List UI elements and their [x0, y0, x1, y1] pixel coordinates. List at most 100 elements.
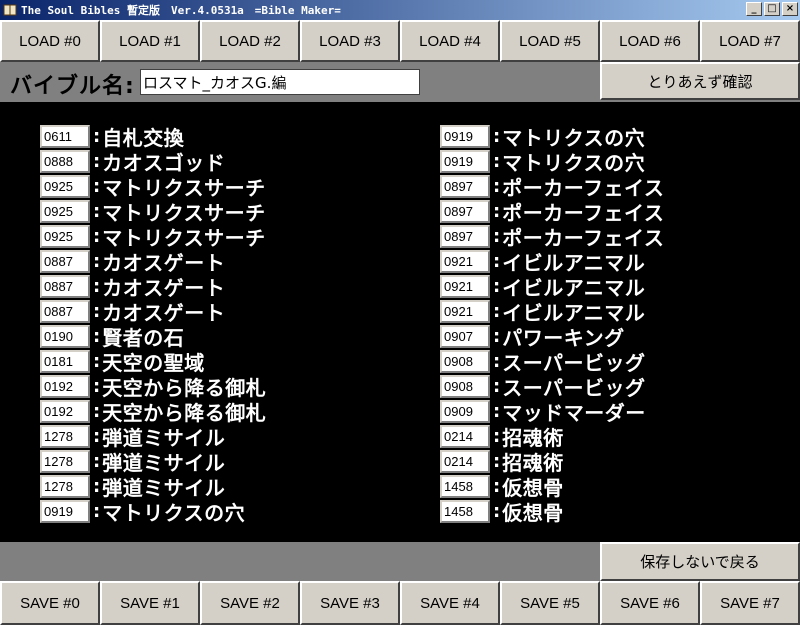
save-button-6[interactable]: SAVE #6 — [600, 581, 700, 625]
card-id-field[interactable]: 0919 — [440, 150, 490, 173]
card-id-field[interactable]: 1278 — [40, 425, 90, 448]
card-separator: : — [493, 226, 501, 247]
card-id-field[interactable]: 0897 — [440, 200, 490, 223]
load-button-0[interactable]: LOAD #0 — [0, 20, 100, 62]
load-button-7[interactable]: LOAD #7 — [700, 20, 800, 62]
card-id-field[interactable]: 0925 — [40, 200, 90, 223]
card-id-field[interactable]: 0925 — [40, 175, 90, 198]
load-button-4[interactable]: LOAD #4 — [400, 20, 500, 62]
card-id-field[interactable]: 0887 — [40, 275, 90, 298]
card-id-field[interactable]: 0908 — [440, 350, 490, 373]
card-id-field[interactable]: 0888 — [40, 150, 90, 173]
card-name: 仮想骨 — [502, 501, 564, 525]
card-separator: : — [493, 451, 501, 472]
card-id-field[interactable]: 1458 — [440, 500, 490, 523]
card-separator: : — [493, 251, 501, 272]
card-separator: : — [93, 126, 101, 147]
save-button-3[interactable]: SAVE #3 — [300, 581, 400, 625]
card-separator: : — [93, 476, 101, 497]
card-id-field[interactable]: 1278 — [40, 475, 90, 498]
confirm-button[interactable]: とりあえず確認 — [600, 62, 800, 100]
card-separator: : — [93, 226, 101, 247]
card-row: 1278: 弾道ミサイル — [40, 424, 266, 450]
card-row: 0214: 招魂術 — [440, 449, 664, 475]
title-bar: The Soul Bibles 暫定版 Ver.4.0531a =Bible M… — [0, 0, 800, 20]
card-id-field[interactable]: 0192 — [40, 400, 90, 423]
card-id-field[interactable]: 0192 — [40, 375, 90, 398]
save-button-4[interactable]: SAVE #4 — [400, 581, 500, 625]
card-separator: : — [493, 126, 501, 147]
card-separator: : — [93, 451, 101, 472]
card-separator: : — [493, 501, 501, 522]
app-book-icon[interactable] — [2, 2, 18, 18]
card-id-field[interactable]: 0919 — [440, 125, 490, 148]
card-row: 0925: マトリクスサーチ — [40, 174, 266, 200]
card-id-field[interactable]: 0611 — [40, 125, 90, 148]
card-row: 1458: 仮想骨 — [440, 499, 664, 525]
card-row: 0887: カオスゲート — [40, 299, 266, 325]
card-row: 0897: ポーカーフェイス — [440, 174, 664, 200]
card-separator: : — [493, 401, 501, 422]
card-id-field[interactable]: 0907 — [440, 325, 490, 348]
load-button-2[interactable]: LOAD #2 — [200, 20, 300, 62]
card-id-field[interactable]: 0190 — [40, 325, 90, 348]
restore-button[interactable]: □ — [764, 2, 780, 16]
card-row: 0192: 天空から降る御札 — [40, 399, 266, 425]
bible-name-bar: バイブル名: ロスマト_カオスG.編 とりあえず確認 — [0, 62, 800, 102]
load-button-row: LOAD #0 LOAD #1 LOAD #2 LOAD #3 LOAD #4 … — [0, 20, 800, 62]
card-row: 0919: マトリクスの穴 — [440, 149, 664, 175]
card-id-field[interactable]: 0908 — [440, 375, 490, 398]
card-id-field[interactable]: 0214 — [440, 425, 490, 448]
bible-name-input[interactable]: ロスマト_カオスG.編 — [140, 69, 420, 95]
load-button-3[interactable]: LOAD #3 — [300, 20, 400, 62]
card-row: 0192: 天空から降る御札 — [40, 374, 266, 400]
card-row: 1278: 弾道ミサイル — [40, 474, 266, 500]
card-id-field[interactable]: 0214 — [440, 450, 490, 473]
bible-name-label-text: バイブル名 — [10, 74, 126, 99]
back-without-saving-button[interactable]: 保存しないで戻る — [600, 542, 800, 581]
card-id-field[interactable]: 0887 — [40, 300, 90, 323]
card-row: 0214: 招魂術 — [440, 424, 664, 450]
close-button[interactable]: × — [782, 2, 798, 16]
save-button-2[interactable]: SAVE #2 — [200, 581, 300, 625]
bible-name-colon: : — [125, 74, 135, 99]
load-button-6[interactable]: LOAD #6 — [600, 20, 700, 62]
card-row: 0897: ポーカーフェイス — [440, 199, 664, 225]
card-id-field[interactable]: 0897 — [440, 175, 490, 198]
card-separator: : — [93, 501, 101, 522]
load-button-5[interactable]: LOAD #5 — [500, 20, 600, 62]
card-id-field[interactable]: 0919 — [40, 500, 90, 523]
card-row: 0921: イビルアニマル — [440, 299, 664, 325]
window-title: The Soul Bibles 暫定版 Ver.4.0531a =Bible M… — [21, 4, 341, 17]
card-row: 0908: スーパービッグ — [440, 349, 664, 375]
card-row: 0921: イビルアニマル — [440, 274, 664, 300]
card-id-field[interactable]: 0925 — [40, 225, 90, 248]
save-button-0[interactable]: SAVE #0 — [0, 581, 100, 625]
card-row: 1458: 仮想骨 — [440, 474, 664, 500]
save-button-1[interactable]: SAVE #1 — [100, 581, 200, 625]
minimize-button[interactable]: _ — [746, 2, 762, 16]
card-id-field[interactable]: 0181 — [40, 350, 90, 373]
card-id-field[interactable]: 0909 — [440, 400, 490, 423]
card-id-field[interactable]: 0921 — [440, 250, 490, 273]
card-id-field[interactable]: 0897 — [440, 225, 490, 248]
card-row: 0925: マトリクスサーチ — [40, 199, 266, 225]
card-id-field[interactable]: 0921 — [440, 275, 490, 298]
card-separator: : — [93, 251, 101, 272]
card-separator: : — [93, 351, 101, 372]
card-row: 0888: カオスゴッド — [40, 149, 266, 175]
card-row: 0190: 賢者の石 — [40, 324, 266, 350]
card-row: 0907: パワーキング — [440, 324, 664, 350]
card-id-field[interactable]: 0887 — [40, 250, 90, 273]
save-button-5[interactable]: SAVE #5 — [500, 581, 600, 625]
card-id-field[interactable]: 1278 — [40, 450, 90, 473]
card-id-field[interactable]: 0921 — [440, 300, 490, 323]
card-row: 0611: 自札交換 — [40, 124, 266, 150]
card-id-field[interactable]: 1458 — [440, 475, 490, 498]
load-button-1[interactable]: LOAD #1 — [100, 20, 200, 62]
card-row: 1278: 弾道ミサイル — [40, 449, 266, 475]
card-separator: : — [493, 376, 501, 397]
card-list-left: 0611: 自札交換 0888: カオスゴッド 0925: マトリクスサーチ 0925: マト… — [40, 124, 266, 525]
save-button-7[interactable]: SAVE #7 — [700, 581, 800, 625]
card-row: 0181: 天空の聖域 — [40, 349, 266, 375]
